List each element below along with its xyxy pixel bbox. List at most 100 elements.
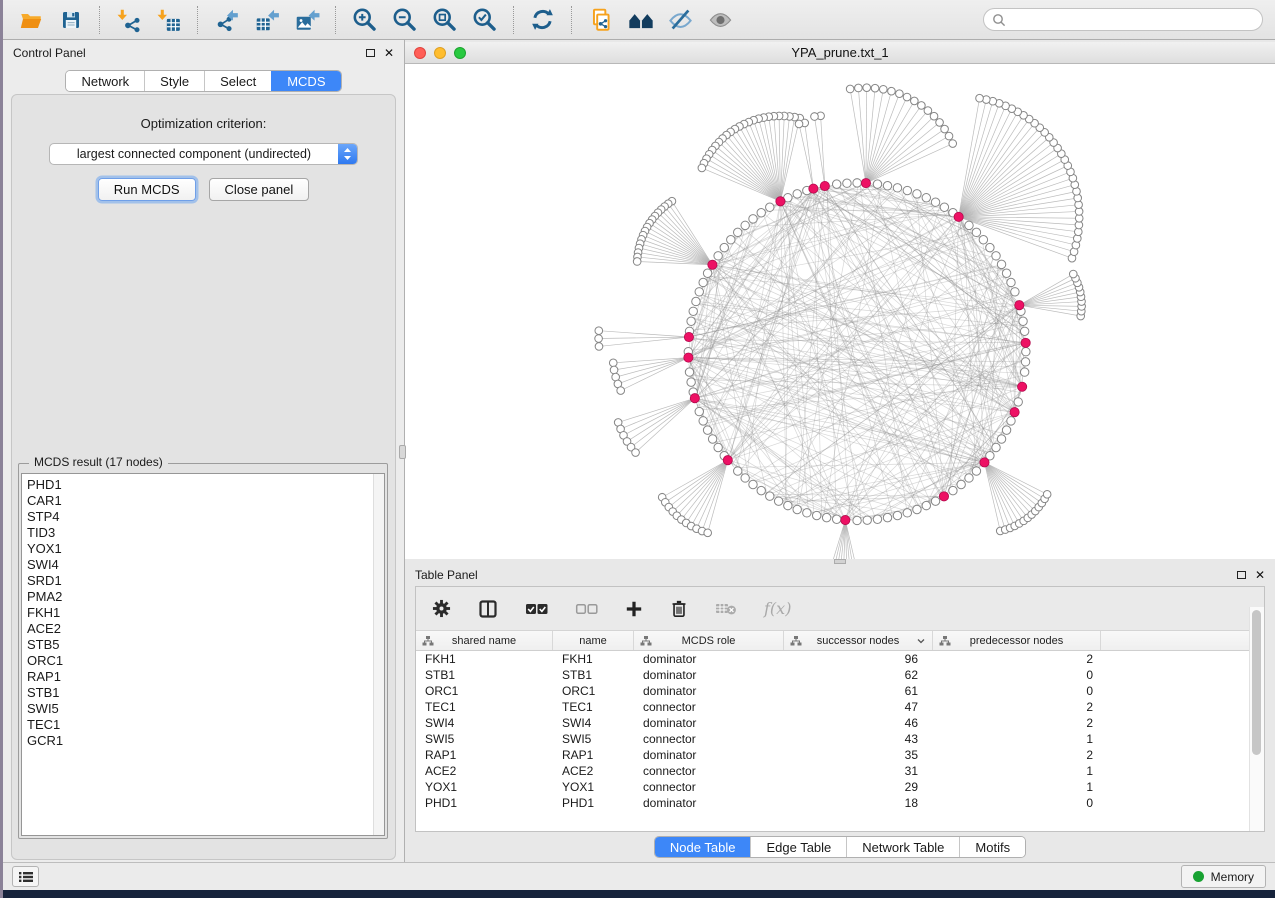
mcds-hub-node[interactable] (690, 394, 699, 403)
leaf-node[interactable] (698, 164, 706, 172)
cell-shared-name[interactable]: PHD1 (416, 796, 553, 810)
delete-columns-button[interactable] (670, 599, 688, 618)
ring-node[interactable] (793, 505, 801, 513)
ring-node[interactable] (949, 486, 957, 494)
cell-successor-nodes[interactable]: 29 (784, 780, 933, 794)
function-builder-button[interactable]: f(x) (764, 599, 791, 618)
result-node[interactable]: PMA2 (22, 589, 384, 605)
cell-predecessor-nodes[interactable]: 2 (933, 716, 1101, 730)
result-node[interactable]: STB1 (22, 685, 384, 701)
leaf-node[interactable] (976, 94, 984, 102)
cell-mcds-role[interactable]: dominator (634, 668, 784, 682)
ring-node[interactable] (873, 180, 881, 188)
result-list-scrollbar[interactable] (373, 474, 384, 835)
cell-successor-nodes[interactable]: 47 (784, 700, 933, 714)
ring-node[interactable] (931, 198, 939, 206)
ring-node[interactable] (965, 221, 973, 229)
result-node[interactable]: PHD1 (22, 477, 384, 493)
mcds-hub-node[interactable] (861, 178, 870, 187)
cell-name[interactable]: ORC1 (553, 684, 634, 698)
cell-shared-name[interactable]: YOX1 (416, 780, 553, 794)
ring-node[interactable] (913, 190, 921, 198)
cell-predecessor-nodes[interactable]: 0 (933, 668, 1101, 682)
table-tab-motifs[interactable]: Motifs (959, 837, 1025, 857)
ring-node[interactable] (766, 492, 774, 500)
result-node[interactable]: FKH1 (22, 605, 384, 621)
ring-node[interactable] (803, 509, 811, 517)
cell-mcds-role[interactable]: dominator (634, 796, 784, 810)
result-node[interactable]: ACE2 (22, 621, 384, 637)
cell-successor-nodes[interactable]: 43 (784, 732, 933, 746)
table-row[interactable]: ORC1ORC1dominator610 (416, 683, 1264, 699)
table-scrollbar[interactable] (1249, 607, 1264, 831)
leaf-node[interactable] (811, 113, 819, 121)
network-graph[interactable] (405, 64, 1275, 559)
ring-node[interactable] (774, 497, 782, 505)
first-neighbors-button[interactable] (625, 4, 656, 35)
result-node[interactable]: TEC1 (22, 717, 384, 733)
ring-node[interactable] (695, 407, 703, 415)
ring-node[interactable] (714, 443, 722, 451)
leaf-node[interactable] (871, 84, 879, 92)
leaf-node[interactable] (903, 93, 911, 101)
ring-node[interactable] (1021, 358, 1029, 366)
table-row[interactable]: STB1STB1dominator620 (416, 667, 1264, 683)
leaf-node[interactable] (610, 366, 618, 374)
ring-node[interactable] (727, 236, 735, 244)
ring-node[interactable] (720, 243, 728, 251)
leaf-node[interactable] (896, 90, 904, 98)
clone-network-button[interactable] (585, 4, 616, 35)
ring-node[interactable] (1022, 347, 1030, 355)
result-node[interactable]: SWI5 (22, 701, 384, 717)
cell-mcds-role[interactable]: dominator (634, 748, 784, 762)
ring-node[interactable] (986, 243, 994, 251)
export-image-button[interactable] (291, 4, 322, 35)
column-header-predecessor-nodes[interactable]: predecessor nodes (933, 631, 1101, 650)
hide-selected-button[interactable] (665, 4, 696, 35)
ring-node[interactable] (699, 278, 707, 286)
result-node[interactable]: CAR1 (22, 493, 384, 509)
cell-name[interactable]: TEC1 (553, 700, 634, 714)
memory-button[interactable]: Memory (1181, 865, 1266, 888)
add-column-button[interactable] (625, 600, 643, 618)
leaf-node[interactable] (924, 107, 932, 115)
mcds-hub-node[interactable] (723, 456, 732, 465)
leaf-node[interactable] (704, 529, 712, 537)
ring-node[interactable] (893, 184, 901, 192)
mcds-hub-node[interactable] (939, 492, 948, 501)
ring-node[interactable] (883, 182, 891, 190)
table-row[interactable]: TEC1TEC1connector472 (416, 699, 1264, 715)
ring-node[interactable] (972, 467, 980, 475)
ring-node[interactable] (903, 186, 911, 194)
cell-successor-nodes[interactable]: 18 (784, 796, 933, 810)
ring-node[interactable] (757, 209, 765, 217)
cell-name[interactable]: RAP1 (553, 748, 634, 762)
float-panel-icon[interactable] (366, 49, 375, 57)
ring-node[interactable] (695, 288, 703, 296)
ring-node[interactable] (1007, 417, 1015, 425)
table-settings-button[interactable] (432, 599, 451, 618)
export-table-button[interactable] (251, 4, 282, 35)
cell-successor-nodes[interactable]: 61 (784, 684, 933, 698)
close-panel-button[interactable]: Close panel (209, 178, 310, 201)
ring-node[interactable] (992, 443, 1000, 451)
ring-node[interactable] (734, 467, 742, 475)
ring-node[interactable] (757, 486, 765, 494)
cell-successor-nodes[interactable]: 35 (784, 748, 933, 762)
cell-name[interactable]: SWI5 (553, 732, 634, 746)
cell-name[interactable]: FKH1 (553, 652, 634, 666)
cell-mcds-role[interactable]: dominator (634, 716, 784, 730)
ring-node[interactable] (922, 501, 930, 509)
ring-node[interactable] (972, 228, 980, 236)
close-table-panel-icon[interactable]: ✕ (1255, 570, 1265, 580)
leaf-node[interactable] (632, 449, 640, 457)
cell-shared-name[interactable]: ACE2 (416, 764, 553, 778)
ring-node[interactable] (1002, 269, 1010, 277)
leaf-node[interactable] (941, 125, 949, 133)
cell-successor-nodes[interactable]: 62 (784, 668, 933, 682)
run-mcds-button[interactable]: Run MCDS (98, 178, 196, 201)
ring-node[interactable] (965, 474, 973, 482)
cell-successor-nodes[interactable]: 96 (784, 652, 933, 666)
leaf-node[interactable] (846, 85, 854, 93)
cell-predecessor-nodes[interactable]: 2 (933, 652, 1101, 666)
